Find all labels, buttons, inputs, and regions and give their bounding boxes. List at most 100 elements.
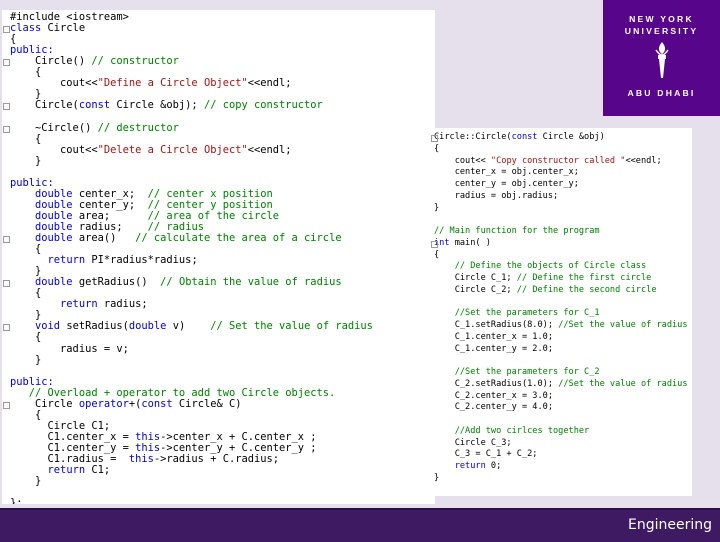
code-token: } [10,475,42,488]
collapse-toggle-icon[interactable] [3,324,10,332]
code-line: Circle(const Circle &obj); // copy const… [10,100,323,111]
code-line: double getRadius() // Obtain the value o… [10,277,342,288]
code-line: cout<<"Define a Circle Object"<<endl; [10,78,292,89]
code-token: getRadius() [72,276,161,289]
code-line: Circle::Circle(const Circle &obj) [434,132,605,142]
code-token: C_2.setRadius(1.0); [434,378,559,389]
code-line: int main( ) [434,238,491,248]
code-token: ->radius + C.radius; [153,453,280,465]
code-line: Circle C_1; // Define the first circle [434,273,652,283]
code-token: this [128,453,154,465]
code-line: void setRadius(double v) // Set the valu… [10,321,373,332]
code-line: C_1.center_y = 2.0; [434,344,553,354]
code-token: double [128,320,167,333]
collapse-toggle-icon[interactable] [431,240,438,248]
code-token: // Define the objects of Circle class [454,261,647,272]
collapse-toggle-icon[interactable] [3,125,10,133]
code-token: // Main function for the program [434,226,600,236]
code-token: C_1.center_y = 2.0; [434,343,553,354]
code-token: C_1.setRadius(8.0); [434,320,559,330]
collapse-toggle-icon[interactable] [3,280,10,288]
logo-line-3: ABU DHABI [627,88,696,98]
code-token: C_2.center_y = 4.0; [434,402,553,413]
footer-bar: Engineering [0,508,720,542]
code-line: // Define the objects of Circle class [434,261,646,271]
collapse-toggle-icon[interactable] [3,26,10,34]
code-token: //Set the parameters for C_1 [454,308,600,319]
code-token: return [47,254,86,267]
code-token: PI*radius*radius; [85,254,198,267]
code-token: "Copy constructor called " [490,155,626,166]
code-panel-main-function: Circle::Circle(const Circle &obj){ cout<… [430,128,692,496]
code-line: { [434,250,439,260]
code-token: Circle( [10,99,79,112]
code-line: //Set the parameters for C_2 [434,367,600,377]
code-line: C_1.center_x = 1.0; [434,332,553,342]
code-line: C_2.center_y = 4.0; [434,402,553,412]
code-token: } [10,353,42,366]
code-token: "Define a Circle Object" [97,77,248,90]
code-token: { [434,143,440,154]
code-token: <<endl; [247,143,292,156]
code-token: const [141,397,173,410]
code-line: } [10,154,42,167]
code-line: } [434,473,439,483]
collapse-toggle-icon[interactable] [3,236,10,243]
code-line: // Main function for the program [434,226,600,236]
collapse-toggle-icon[interactable] [3,103,10,111]
collapse-toggle-icon[interactable] [431,135,438,142]
code-token: //Set the value of radius [558,320,688,330]
code-line: return 0; [434,461,502,471]
collapse-toggle-icon[interactable] [3,59,10,67]
code-token: } [10,154,42,167]
code-token: C_3 = C_1 + C_2; [434,449,538,460]
code-token: radius; [97,298,148,311]
code-line: cout<< "Copy constructor called "<<endl; [434,156,662,166]
code-token: Circle& C) [172,397,242,410]
code-token: Circle::Circle( [434,132,512,142]
code-token: Circle C_1; [434,273,517,283]
code-line: C_2.setRadius(1.0); //Set the value of r… [434,379,688,389]
code-token: { [434,249,440,260]
code-token: Circle [41,22,86,35]
code-token: center_x = obj.center_x; [434,167,579,178]
code-line: radius = obj.radius; [434,191,559,201]
code-token: // destructor [97,121,179,134]
code-token: //Set the parameters for C_2 [454,367,600,377]
code-line: { [434,144,439,154]
code-line: C_3 = C_1 + C_2; [434,449,538,460]
code-token: cout<< [434,155,491,166]
code-token: // constructor [91,55,179,68]
code-token: // copy constructor [203,99,323,112]
code-token: // Set the value of radius [210,320,373,333]
code-line: center_y = obj.center_y; [434,179,579,189]
code-line: Circle C_2; // Define the second circle [434,285,657,295]
collapse-toggle-icon[interactable] [3,401,10,409]
code-token: const [78,99,111,112]
code-token: area() [72,232,136,244]
code-line: //Set the parameters for C_1 [434,308,600,318]
code-token: }; [10,497,23,504]
code-line: } [10,476,41,487]
code-token: //Set the value of radius [558,378,688,389]
code-token: //Add two cirlces together [454,425,590,436]
code-token: // Define the second circle [516,284,657,295]
code-token: } [434,472,440,483]
code-token: setRadius( [60,320,129,333]
logo-line-2: UNIVERSITY [624,26,699,36]
code-line: Circle C_3; [434,438,512,448]
code-line: Circle operator+(const Circle& C) [10,397,242,410]
code-token: center_y = obj.center_y; [434,179,579,189]
code-token: return [60,298,98,311]
code-token: <<endl; [247,77,292,90]
code-token: Circle &obj); [110,99,204,112]
code-token: return [47,464,86,477]
code-token: C_1.center_x = 1.0; [434,331,553,342]
code-token: Circle &obj) [537,132,605,142]
torch-icon [655,42,669,78]
code-token: // calculate the area of a circle [135,232,342,244]
